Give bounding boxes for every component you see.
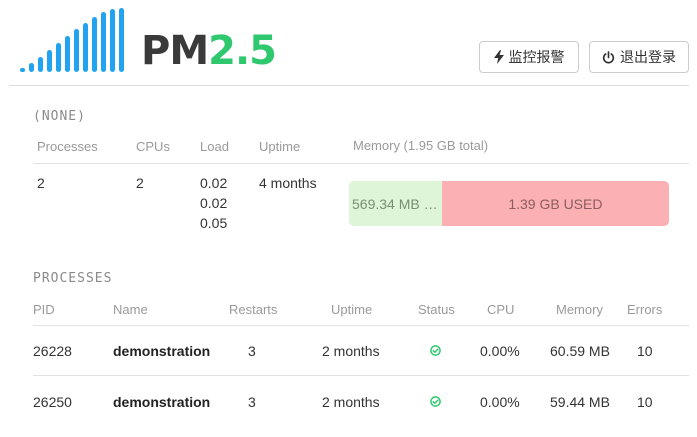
header-divider	[9, 85, 689, 86]
process-pid: 26228	[33, 343, 72, 359]
logout-button[interactable]: 退出登录	[589, 41, 689, 73]
server-load-15m: 0.05	[200, 215, 228, 231]
memory-usage-bar: 569.34 MB … 1.39 GB USED	[349, 181, 669, 226]
processes-section-title: PROCESSES	[33, 271, 113, 286]
col-restarts-header: Restarts	[229, 302, 278, 317]
pm25-logo: PM2.5	[18, 6, 298, 72]
check-circle-icon	[430, 396, 441, 407]
process-name[interactable]: demonstration	[113, 343, 210, 359]
server-load-1m: 0.02	[200, 175, 228, 191]
col-status-header: Status	[418, 302, 455, 317]
col-cpu-header: CPU	[487, 302, 515, 317]
process-cpu: 0.00%	[480, 343, 520, 359]
logo-wordmark: PM2.5	[141, 28, 277, 74]
process-uptime: 2 months	[322, 394, 380, 410]
logo-version-text: 2.5	[208, 28, 277, 74]
col-load-header: Load	[200, 139, 229, 154]
server-uptime-value: 4 months	[259, 175, 317, 191]
server-name: (NONE)	[33, 109, 86, 124]
bolt-icon	[493, 50, 504, 64]
process-restarts: 3	[248, 394, 256, 410]
processes-header-divider	[33, 325, 689, 326]
server-cpus-value: 2	[136, 175, 144, 191]
monitor-alert-button[interactable]: 监控报警	[479, 41, 579, 73]
col-processes-header: Processes	[37, 139, 98, 154]
server-header-divider	[33, 163, 689, 164]
process-name[interactable]: demonstration	[113, 394, 210, 410]
col-memory-header: Memory (1.95 GB total)	[353, 138, 489, 153]
process-cpu: 0.00%	[480, 394, 520, 410]
logout-label: 退出登录	[620, 50, 676, 66]
row-divider	[33, 375, 689, 376]
col-errors-header: Errors	[627, 302, 663, 317]
memory-used-segment: 1.39 GB USED	[441, 181, 669, 226]
server-processes-value: 2	[37, 175, 45, 191]
col-name-header: Name	[113, 302, 148, 317]
col-cpus-header: CPUs	[136, 139, 170, 154]
process-uptime: 2 months	[322, 343, 380, 359]
process-pid: 26250	[33, 394, 72, 410]
col-pid-header: PID	[33, 302, 55, 317]
process-restarts: 3	[248, 343, 256, 359]
col-proc-uptime-header: Uptime	[331, 302, 373, 317]
server-load-5m: 0.02	[200, 195, 228, 211]
process-memory: 59.44 MB	[550, 394, 610, 410]
logo-pm-text: PM	[141, 28, 209, 74]
check-circle-icon	[430, 345, 441, 356]
process-errors: 10	[637, 394, 653, 410]
monitor-alert-label: 监控报警	[508, 50, 565, 66]
header: PM2.5 监控报警 退出登录	[0, 0, 697, 86]
memory-free-segment: 569.34 MB …	[349, 181, 442, 226]
power-icon	[602, 50, 615, 64]
col-proc-memory-header: Memory	[556, 302, 603, 317]
process-errors: 10	[637, 343, 653, 359]
col-uptime-header: Uptime	[259, 139, 301, 154]
process-memory: 60.59 MB	[550, 343, 610, 359]
